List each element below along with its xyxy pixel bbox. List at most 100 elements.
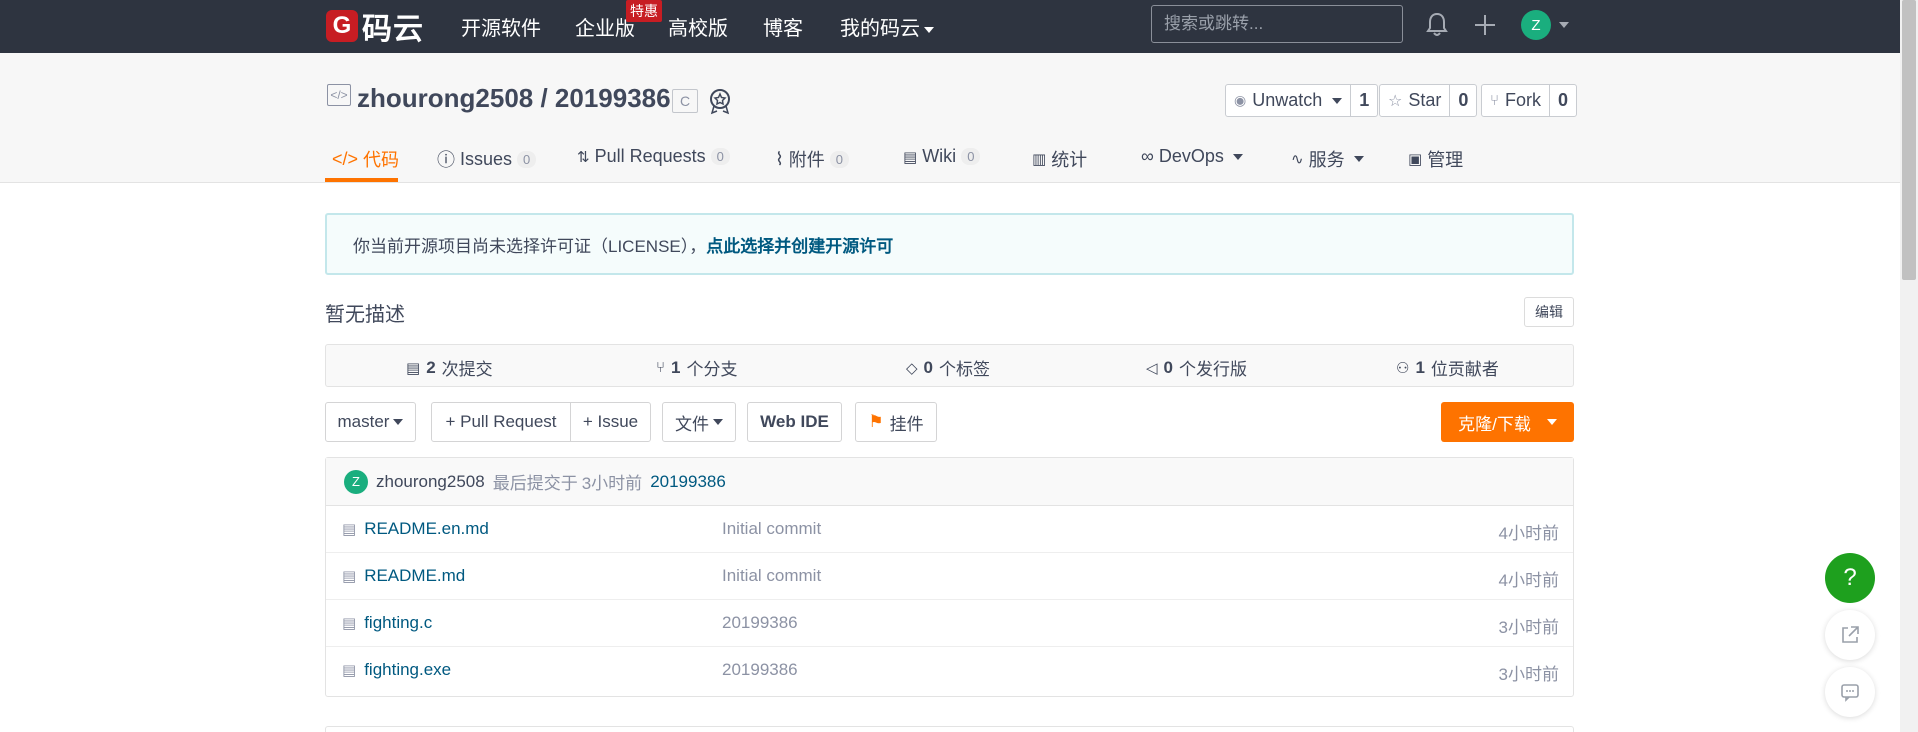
branch-icon: ⑂ (656, 359, 666, 376)
external-link-icon (1842, 626, 1859, 643)
stat-contributors[interactable]: ⚇ 1 位贡献者 (1396, 355, 1499, 380)
tab-wiki[interactable]: ▤ Wiki 0 (903, 146, 981, 167)
stat-commits-label: 次提交 (441, 360, 493, 379)
clone-download-button[interactable]: 克隆/下载 (1441, 402, 1574, 442)
repo-name-link[interactable]: 20199386 (555, 83, 671, 113)
file-row[interactable]: ▤ fighting.exe 20199386 3小时前 (326, 647, 1573, 694)
tab-services[interactable]: ∿ 服务 (1291, 146, 1364, 172)
file-row[interactable]: ▤ README.en.md Initial commit 4小时前 (326, 506, 1573, 553)
pulse-icon: ∿ (1291, 151, 1304, 168)
file-table: Z zhourong2508 最后提交于 3小时前 20199386 ▤ READ… (325, 457, 1574, 697)
page-scrollbar[interactable] (1900, 0, 1918, 732)
nav-university[interactable]: 高校版 (668, 12, 728, 41)
star-count: 0 (1449, 85, 1476, 116)
unwatch-button[interactable]: ◉ Unwatch 1 (1225, 84, 1379, 117)
tab-issues-count: 0 (517, 150, 537, 168)
gitee-logo[interactable]: G 码云 (326, 8, 424, 46)
star-button[interactable]: ☆ Star 0 (1379, 84, 1478, 117)
commit-author-avatar[interactable]: Z (344, 469, 368, 494)
chevron-down-icon[interactable] (1559, 22, 1569, 28)
nav-blog[interactable]: 博客 (763, 12, 803, 41)
fork-button[interactable]: ⑂ Fork 0 (1481, 84, 1578, 117)
send-icon: ◁ (1146, 359, 1158, 377)
share-button[interactable] (1825, 610, 1875, 660)
file-link[interactable]: ▤ fighting.c (342, 613, 432, 633)
repo-title: zhourong2508 / 20199386 (357, 83, 671, 114)
stat-releases[interactable]: ◁ 0 个发行版 (1146, 355, 1247, 380)
new-pull-request-button[interactable]: + Pull Request (431, 402, 571, 442)
tag-icon: ◇ (906, 359, 918, 377)
bookmark-icon: ⚑ (868, 412, 884, 431)
tab-wiki-label: Wiki (922, 146, 957, 166)
repo-owner-link[interactable]: zhourong2508 (357, 83, 533, 113)
scrollbar-thumb[interactable] (1902, 0, 1916, 280)
tab-attachments-label: 附件 (788, 150, 825, 170)
stat-tags[interactable]: ◇ 0 个标签 (906, 355, 990, 380)
user-avatar[interactable]: Z (1521, 10, 1551, 40)
files-dropdown[interactable]: 文件 (662, 402, 736, 442)
widget-button[interactable]: ⚑ 挂件 (855, 402, 937, 442)
tab-pull-requests-count: 0 (710, 148, 730, 165)
top-navbar: G 码云 开源软件 企业版 特惠 高校版 博客 我的码云 Z (0, 0, 1900, 53)
tab-manage-label: 管理 (1427, 150, 1464, 170)
unwatch-label: Unwatch (1252, 90, 1323, 110)
branch-select-label: master (337, 412, 390, 431)
tab-manage[interactable]: ▣ 管理 (1408, 146, 1463, 172)
search-input[interactable] (1151, 5, 1403, 43)
readme-panel (325, 726, 1574, 732)
tab-attachments[interactable]: ⌇ 附件 0 (775, 146, 850, 172)
commit-message-link[interactable]: 20199386 (650, 472, 726, 492)
file-commit-message[interactable]: 20199386 (722, 660, 798, 680)
file-row[interactable]: ▤ fighting.c 20199386 3小时前 (326, 600, 1573, 647)
file-name: README.en.md (364, 519, 489, 538)
file-link[interactable]: ▤ fighting.exe (342, 660, 451, 680)
stat-branches[interactable]: ⑂ 1 个分支 (656, 355, 737, 380)
nav-open-source[interactable]: 开源软件 (461, 12, 541, 41)
chevron-down-icon (1332, 97, 1343, 104)
chevron-down-icon (393, 419, 404, 425)
tab-devops[interactable]: ∞ DevOps (1141, 146, 1243, 167)
tab-stats[interactable]: ▥ 统计 (1032, 146, 1087, 172)
award-icon[interactable] (707, 87, 733, 120)
commit-author[interactable]: zhourong2508 (376, 472, 485, 492)
bell-icon[interactable] (1426, 12, 1448, 43)
tab-code[interactable]: </> 代码 (332, 146, 399, 172)
contributors-icon: ⚇ (1396, 359, 1410, 377)
stat-tags-count: 0 (923, 357, 934, 377)
license-notice: 你当前开源项目尚未选择许可证（LICENSE）， 点此选择并创建开源许可 (325, 213, 1574, 275)
stat-commits[interactable]: ▤ 2 次提交 (406, 355, 493, 380)
file-commit-message[interactable]: Initial commit (722, 519, 821, 539)
file-link[interactable]: ▤ README.md (342, 566, 465, 586)
stat-releases-label: 个发行版 (1179, 360, 1248, 379)
eye-icon: ◉ (1234, 92, 1247, 108)
book-icon: ▤ (903, 148, 918, 166)
feedback-button[interactable] (1825, 667, 1875, 717)
stat-releases-count: 0 (1163, 357, 1174, 377)
tab-devops-label: DevOps (1158, 146, 1224, 166)
file-row[interactable]: ▤ README.md Initial commit 4小时前 (326, 553, 1573, 600)
edit-description-button[interactable]: 编辑 (1524, 297, 1574, 327)
chevron-down-icon (924, 26, 934, 33)
widget-label: 挂件 (889, 414, 924, 434)
file-name: fighting.c (364, 613, 433, 632)
web-ide-button[interactable]: Web IDE (747, 402, 842, 442)
nav-my-gitee[interactable]: 我的码云 (840, 12, 934, 41)
help-button[interactable]: ? (1825, 553, 1875, 603)
create-license-link[interactable]: 点此选择并创建开源许可 (706, 232, 893, 257)
repo-separator: / (533, 83, 555, 113)
new-issue-button[interactable]: + Issue (570, 402, 651, 442)
tab-issues[interactable]: ⓘ Issues 0 (437, 146, 537, 172)
watch-count: 1 (1350, 85, 1377, 116)
star-icon: ☆ (1388, 92, 1403, 110)
language-badge[interactable]: C (672, 89, 698, 113)
file-commit-message[interactable]: Initial commit (722, 566, 821, 586)
plus-icon[interactable] (1473, 12, 1497, 43)
file-commit-message[interactable]: 20199386 (722, 613, 798, 633)
file-time: 4小时前 (1498, 524, 1559, 543)
branch-select[interactable]: master (325, 402, 416, 442)
tab-pull-requests[interactable]: ⇅ Pull Requests 0 (577, 146, 730, 167)
tab-wiki-count: 0 (961, 148, 981, 165)
tab-services-label: 服务 (1308, 150, 1345, 170)
file-icon: ▤ (342, 662, 357, 679)
file-link[interactable]: ▤ README.en.md (342, 519, 489, 539)
